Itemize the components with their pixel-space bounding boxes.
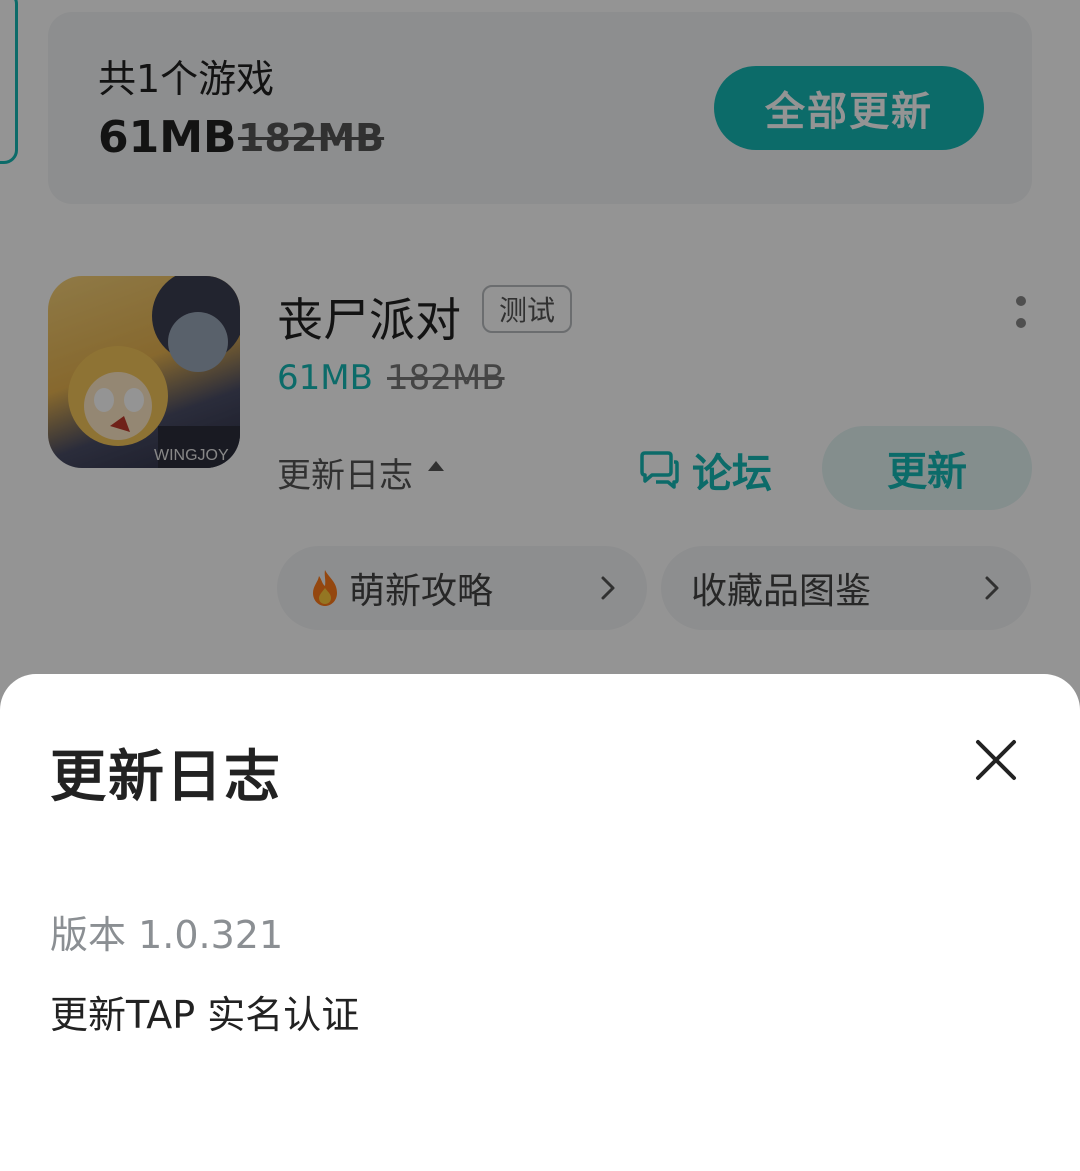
close-icon[interactable] — [966, 730, 1026, 790]
changelog-content: 更新TAP 实名认证 — [50, 993, 360, 1037]
version-text: 版本 1.0.321 — [50, 913, 284, 957]
changelog-bottom-sheet: 更新日志 版本 1.0.321 更新TAP 实名认证 — [0, 674, 1080, 1171]
sheet-title: 更新日志 — [50, 745, 282, 810]
